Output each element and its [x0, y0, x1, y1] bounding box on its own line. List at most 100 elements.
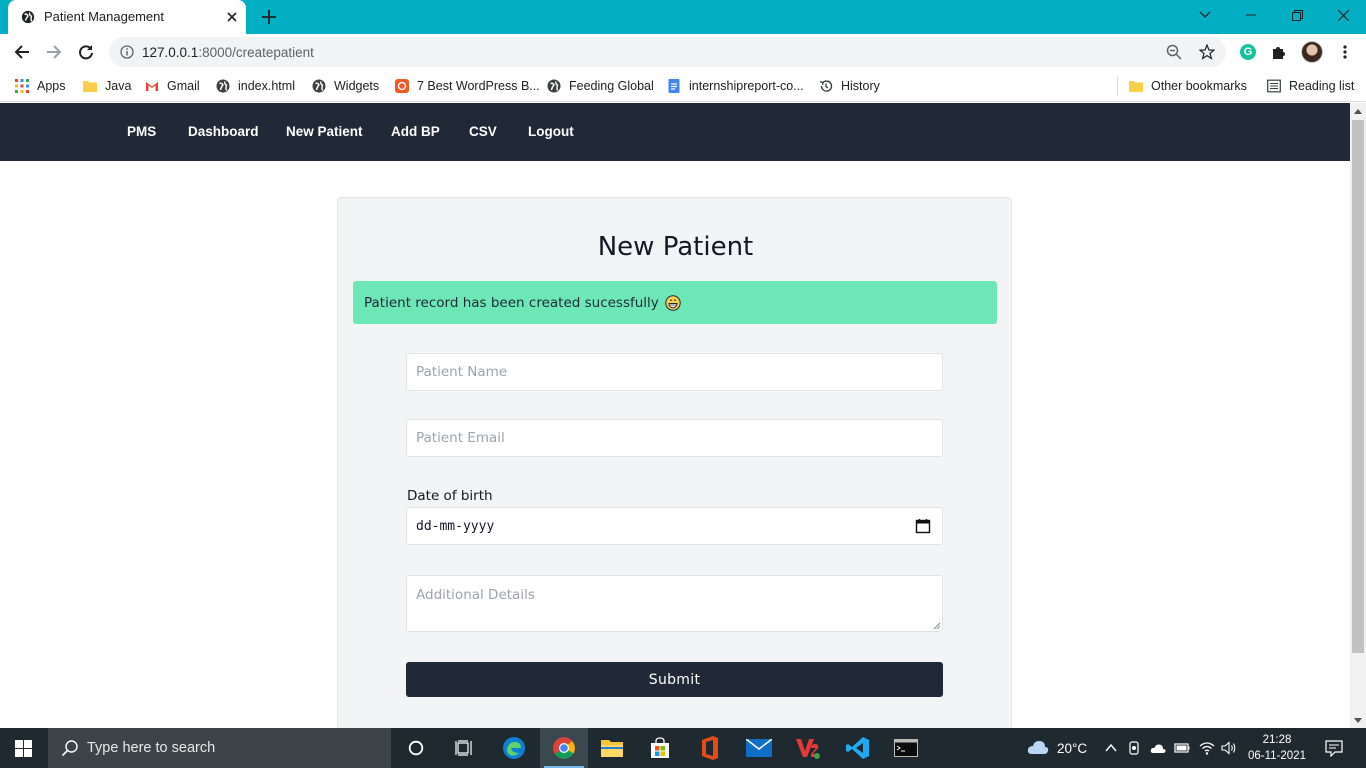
cortana-button[interactable]: [392, 728, 440, 768]
task-view-icon: [455, 740, 472, 756]
v2-app-icon: [796, 739, 820, 759]
extensions-puzzle-icon[interactable]: [1271, 44, 1287, 60]
microsoft-store-app[interactable]: [636, 728, 684, 768]
address-bar[interactable]: 127.0.0.1:8000/createpatient: [109, 37, 1226, 67]
bookmark-index-html[interactable]: index.html: [216, 76, 295, 96]
info-icon[interactable]: [120, 45, 134, 59]
additional-details-textarea[interactable]: Additional Details: [406, 575, 943, 632]
browser-tab[interactable]: Patient Management: [8, 0, 246, 34]
cortana-icon: [408, 740, 424, 756]
search-icon: [61, 740, 78, 757]
bookmark-feeding-global[interactable]: Feeding Global: [547, 76, 654, 96]
bookmark-history[interactable]: History: [819, 76, 880, 96]
vscode-icon: [846, 737, 869, 759]
tab-search-button[interactable]: [1182, 0, 1228, 30]
reading-list-button[interactable]: Reading list: [1267, 76, 1354, 96]
folder-icon: [83, 81, 97, 92]
scroll-up-button[interactable]: [1350, 103, 1366, 119]
forward-button[interactable]: [44, 42, 64, 62]
triangle-up-icon: [1354, 108, 1362, 114]
mail-app[interactable]: [735, 728, 783, 768]
patient-name-placeholder: Patient Name: [416, 364, 508, 380]
gmail-icon: [146, 82, 158, 91]
page-scrollbar[interactable]: [1350, 103, 1366, 728]
site-favicon-icon: [395, 79, 409, 93]
resize-handle-icon[interactable]: [933, 622, 941, 630]
bookmark-gmail[interactable]: Gmail: [145, 76, 200, 96]
browser-toolbar: 127.0.0.1:8000/createpatient: [0, 34, 1366, 70]
page-viewport: PMS Dashboard New Patient Add BP CSV Log…: [0, 103, 1350, 728]
calendar-icon[interactable]: [915, 518, 931, 534]
wifi-icon[interactable]: [1199, 740, 1215, 756]
zoom-icon[interactable]: [1166, 44, 1182, 60]
minimize-button[interactable]: [1228, 0, 1274, 30]
nav-logout[interactable]: Logout: [528, 124, 574, 139]
notifications-icon[interactable]: [1325, 739, 1343, 757]
bookmarks-bar: Apps Java Gmail index.html Widgets 7 Bes…: [0, 70, 1366, 102]
scroll-down-button[interactable]: [1350, 712, 1366, 728]
back-button[interactable]: [12, 42, 32, 62]
v2-app[interactable]: [784, 728, 832, 768]
reload-button[interactable]: [76, 42, 96, 62]
top-navbar: PMS Dashboard New Patient Add BP CSV Log…: [0, 103, 1350, 161]
bookmark-star-icon[interactable]: [1199, 44, 1215, 60]
arrow-left-icon: [14, 45, 29, 59]
restore-button[interactable]: [1274, 0, 1320, 30]
dob-value: dd-mm-yyyy: [416, 518, 495, 534]
browser-tab-strip: Patient Management: [0, 0, 1366, 34]
globe-icon: [312, 79, 326, 93]
weather-temperature[interactable]: 20°C: [1057, 741, 1087, 756]
search-placeholder: Type here to search: [87, 740, 216, 756]
triangle-down-icon: [1354, 717, 1362, 723]
close-tab-icon[interactable]: [224, 9, 240, 25]
cloud-weather-icon[interactable]: [1027, 738, 1049, 756]
nav-add-bp[interactable]: Add BP: [391, 124, 440, 139]
submit-button[interactable]: Submit: [406, 662, 943, 697]
nav-dashboard[interactable]: Dashboard: [188, 124, 259, 139]
chrome-app[interactable]: [540, 728, 588, 768]
vscode-app[interactable]: [834, 728, 882, 768]
minimize-icon: [1246, 14, 1256, 16]
patient-email-placeholder: Patient Email: [416, 430, 505, 446]
file-explorer-app[interactable]: [588, 728, 636, 768]
dob-date-input[interactable]: dd-mm-yyyy: [406, 507, 943, 545]
windows-start-icon[interactable]: [15, 740, 32, 757]
profile-avatar[interactable]: [1301, 41, 1323, 63]
mail-icon: [746, 739, 772, 757]
terminal-icon: [894, 739, 918, 757]
bookmark-java[interactable]: Java: [83, 76, 131, 96]
bookmark-wordpress[interactable]: 7 Best WordPress B...: [395, 76, 540, 96]
dob-label: Date of birth: [407, 488, 493, 504]
close-window-button[interactable]: [1320, 0, 1366, 30]
bookmark-internship-report[interactable]: internshipreport-co...: [667, 76, 804, 96]
url-text: 127.0.0.1:8000/createpatient: [142, 45, 314, 60]
task-view-button[interactable]: [440, 728, 488, 768]
onedrive-cloud-icon[interactable]: [1150, 740, 1166, 756]
folder-icon: [1129, 81, 1143, 92]
taskbar-search-box[interactable]: Type here to search: [48, 728, 391, 768]
terminal-app[interactable]: [882, 728, 930, 768]
grammarly-extension-icon[interactable]: G: [1240, 44, 1256, 60]
edge-app[interactable]: [490, 728, 538, 768]
office-icon: [702, 736, 718, 760]
windows-taskbar: Type here to search 20°C 21:28 06-11-202…: [0, 728, 1366, 768]
chevron-up-icon[interactable]: [1103, 740, 1119, 756]
bookmark-other-bookmarks[interactable]: Other bookmarks: [1129, 76, 1247, 96]
bookmark-apps[interactable]: Apps: [15, 76, 66, 96]
reading-list-icon: [1267, 79, 1281, 93]
patient-name-input[interactable]: Patient Name: [406, 353, 943, 391]
more-menu-icon[interactable]: [1337, 44, 1353, 60]
scroll-thumb[interactable]: [1352, 120, 1364, 653]
additional-details-placeholder: Additional Details: [416, 587, 535, 603]
patient-email-input[interactable]: Patient Email: [406, 419, 943, 457]
nav-new-patient[interactable]: New Patient: [286, 124, 363, 139]
new-tab-icon[interactable]: [259, 7, 279, 27]
meet-now-icon[interactable]: [1127, 740, 1143, 756]
bookmark-widgets[interactable]: Widgets: [312, 76, 379, 96]
nav-brand[interactable]: PMS: [127, 124, 156, 139]
system-clock[interactable]: 21:28 06-11-2021: [1241, 732, 1313, 764]
battery-icon[interactable]: [1174, 740, 1190, 756]
nav-csv[interactable]: CSV: [469, 124, 497, 139]
speaker-icon[interactable]: [1221, 740, 1237, 756]
office-app[interactable]: [686, 728, 734, 768]
